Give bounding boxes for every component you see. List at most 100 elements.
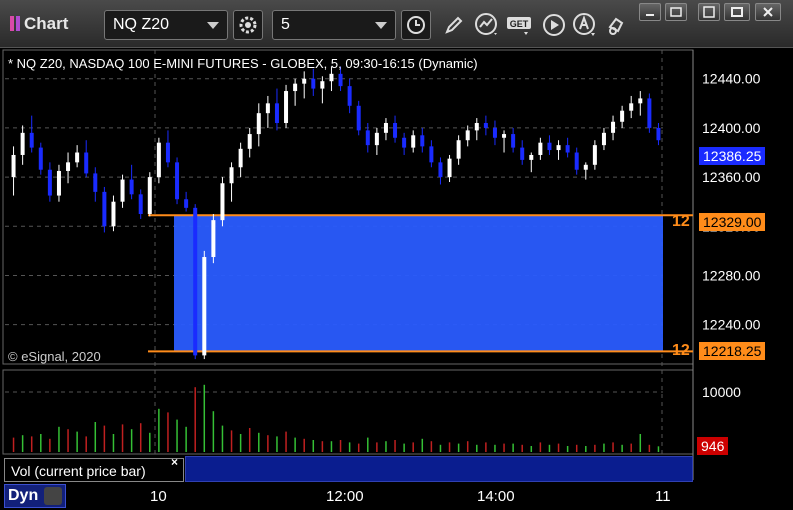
candle-body [102,191,107,227]
restore-icon[interactable] [724,3,750,21]
candle-body [402,137,407,148]
maximize-icon[interactable] [698,3,720,21]
restore-icon[interactable] [639,3,661,21]
candle-body [474,123,479,131]
candle-body [274,103,279,124]
candle-body [411,135,416,148]
candle-body [483,123,488,128]
lock-icon[interactable] [44,487,62,505]
candle-body [284,91,289,124]
chart-logo-bar [16,16,20,31]
copyright: © eSignal, 2020 [8,349,101,364]
symbol-value: NQ Z20 [113,16,170,33]
symbol-select[interactable]: NQ Z20 [104,10,228,40]
volume-input-bar[interactable] [185,456,693,482]
candle-body [56,170,61,196]
candle-body [38,147,43,170]
toolbar: Chart NQ Z20 5 GET [0,0,793,48]
time-tick-label: 14:00 [477,488,515,505]
candle-body [638,98,643,104]
level-price-tag: 12218.25 [699,342,766,360]
candle-body [438,162,443,178]
pencil-icon[interactable] [440,11,468,39]
hand-icon[interactable] [604,11,632,39]
candle-body [211,220,216,258]
chart-area[interactable]: 12440.0012400.0012360.0012320.0012280.00… [0,48,793,510]
get-icon[interactable]: GET [506,11,534,39]
candle-body [247,134,252,149]
close-icon[interactable] [755,3,781,21]
settings-gear-icon[interactable] [233,10,263,40]
candle-body [120,179,125,202]
candle-body [574,152,579,170]
volume-label[interactable]: Vol (current price bar) [4,458,184,482]
svg-text:GET: GET [510,19,529,29]
price-tick-label: 12360.00 [702,169,761,185]
level-price-tag: 12329.00 [699,213,766,231]
price-tick-label: 12400.00 [702,120,761,136]
dynamic-button[interactable]: Dyn [4,484,66,508]
volume-panel-border [2,369,694,455]
candle-body [11,154,16,178]
maximize-icon[interactable] [665,3,687,21]
time-tick-label: 11 [655,488,671,505]
candle-body [447,158,452,178]
dynamic-label: Dyn [8,487,39,504]
candle-body [656,127,661,141]
candle-body [529,154,534,160]
candle-body [629,103,634,111]
level-number: 12 [672,213,690,230]
candle-body [329,73,334,82]
candle-body [220,183,225,221]
candle-body [66,162,71,171]
candle-body [492,127,497,138]
chart-header: * NQ Z20, NASDAQ 100 E-MINI FUTURES - GL… [8,56,478,71]
price-tick-label: 12240.00 [702,317,761,333]
candle-body [256,113,261,135]
candle-body [302,78,307,84]
candle-body [320,81,325,89]
chart-logo-bar [10,16,14,31]
candle-body [193,207,198,356]
chevron-down-icon [207,22,219,29]
interval-select[interactable]: 5 [272,10,396,40]
candle-body [184,199,189,208]
candle-body [47,169,52,196]
candle-body [20,132,25,155]
chart-canvas[interactable]: 12440.0012400.0012360.0012320.0012280.00… [0,48,793,510]
candle-body [601,132,606,146]
candle-body [129,179,134,195]
candle-body [393,123,398,138]
play-icon[interactable] [540,11,568,39]
candle-body [93,173,98,192]
close-icon[interactable]: × [171,455,178,469]
candle-body [647,98,652,128]
candle-body [111,201,116,227]
candle-body [420,135,425,147]
zone-rect [174,215,663,352]
study-icon[interactable] [473,11,501,39]
candle-body [429,146,434,163]
level-number: 12 [672,342,690,359]
candle-body [374,132,379,146]
app-title: Chart [10,14,68,34]
candle-body [29,132,34,148]
candle-body [583,164,588,170]
candle-body [465,130,470,141]
candle-body [165,142,170,163]
candle-body [502,134,507,138]
clock-icon[interactable] [401,10,431,40]
candle-body [238,148,243,168]
candle-body [592,145,597,165]
candle-body [547,142,552,151]
candle-body [156,142,161,178]
last-price-tag: 12386.25 [699,147,766,165]
app-title-label: Chart [24,14,69,33]
cursor-icon[interactable] [571,11,599,39]
time-tick-label: 10 [150,488,167,505]
interval-value: 5 [281,16,290,33]
candle-body [520,147,525,160]
candle-body [620,110,625,122]
chevron-down-icon [375,22,387,29]
candle-body [565,145,570,153]
